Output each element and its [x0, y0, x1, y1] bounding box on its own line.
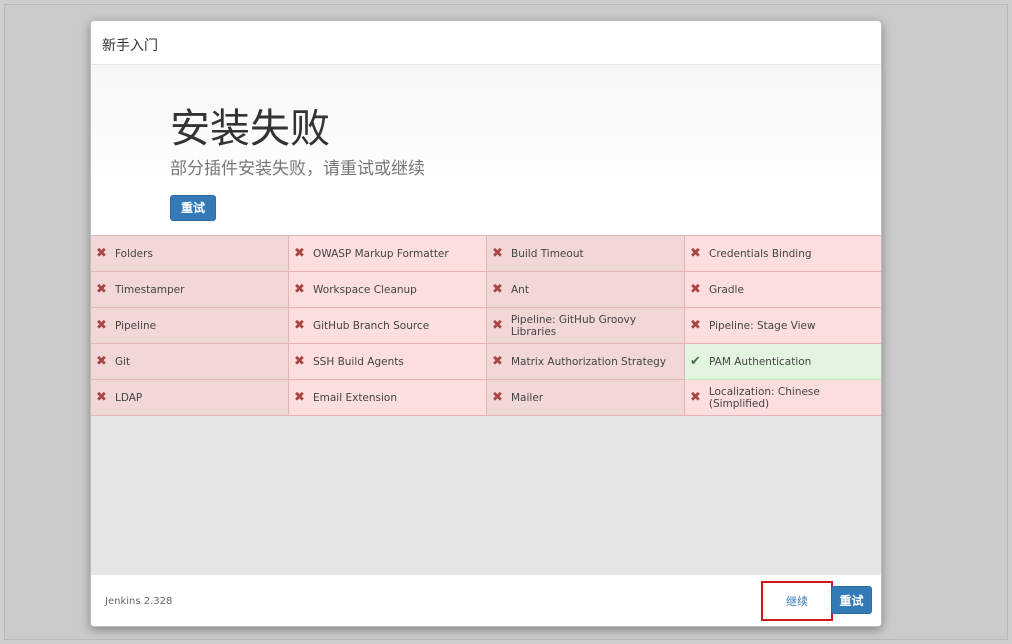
install-failed-banner: 安装失败 部分插件安装失败，请重试或继续 重试 [91, 65, 881, 235]
plugin-name: Build Timeout [511, 247, 584, 260]
cross-icon: ✖ [492, 246, 503, 261]
plugin-item: ✖ Pipeline [91, 308, 289, 344]
plugin-name: Email Extension [313, 391, 398, 404]
check-icon: ✔ [690, 354, 701, 369]
cross-icon: ✖ [492, 354, 503, 369]
plugin-item: ✖ SSH Build Agents [289, 344, 487, 380]
plugin-item: ✖ Folders [91, 236, 289, 272]
cross-icon: ✖ [690, 318, 701, 333]
plugin-name: Mailer [511, 391, 544, 404]
plugin-name: Timestamper [115, 283, 185, 296]
plugin-name: Git [115, 355, 131, 368]
plugin-name: PAM Authentication [709, 355, 812, 368]
cross-icon: ✖ [690, 390, 701, 405]
plugin-item: ✖ GitHub Branch Source [289, 308, 487, 344]
page-title: 安装失败 [170, 106, 330, 152]
plugin-item: ✖ Pipeline: GitHub Groovy Libraries [487, 308, 685, 344]
retry-button[interactable]: 重试 [170, 195, 217, 221]
cross-icon: ✖ [492, 390, 503, 405]
plugin-item: ✖ Localization: Chinese (Simplified) [685, 380, 881, 416]
plugin-item: ✖ LDAP [91, 380, 289, 416]
plugin-name: Gradle [709, 283, 744, 296]
cross-icon: ✖ [492, 318, 503, 333]
plugin-name: Pipeline [115, 319, 157, 332]
plugin-name: Localization: Chinese (Simplified) [708, 385, 820, 410]
plugin-name: Pipeline: GitHub Groovy Libraries [510, 313, 637, 338]
page-subtitle: 部分插件安装失败，请重试或继续 [170, 159, 425, 179]
plugin-item: ✖ Workspace Cleanup [289, 272, 487, 308]
cross-icon: ✖ [294, 246, 305, 261]
browser-frame: 新手入门 安装失败 部分插件安装失败，请重试或继续 重试 ✖ Folders ✖ OW… [4, 4, 1008, 640]
plugin-name: SSH Build Agents [313, 355, 404, 368]
cross-icon: ✖ [492, 282, 503, 297]
plugin-item: ✖ Pipeline: Stage View [685, 308, 881, 344]
plugin-name: Pipeline: Stage View [709, 319, 816, 332]
cross-icon: ✖ [96, 354, 107, 369]
continue-button[interactable]: 继续 [761, 581, 833, 621]
cross-icon: ✖ [690, 282, 701, 297]
plugin-item: ✖ Ant [487, 272, 685, 308]
cross-icon: ✖ [96, 390, 107, 405]
plugin-name: Ant [511, 283, 529, 296]
plugin-item: ✔ PAM Authentication [685, 344, 881, 380]
cross-icon: ✖ [294, 318, 305, 333]
cross-icon: ✖ [294, 282, 305, 297]
dialog-footer: Jenkins 2.328 继续 重试 [91, 574, 881, 626]
plugin-name: LDAP [115, 391, 143, 404]
dialog-title: 新手入门 [91, 21, 881, 65]
jenkins-version: Jenkins 2.328 [105, 596, 173, 607]
plugin-item: ✖ OWASP Markup Formatter [289, 236, 487, 272]
cross-icon: ✖ [96, 246, 107, 261]
plugin-status-grid: ✖ Folders ✖ OWASP Markup Formatter ✖ Build Ti… [91, 235, 881, 416]
setup-wizard-dialog: 新手入门 安装失败 部分插件安装失败，请重试或继续 重试 ✖ Folders ✖ OW… [90, 20, 882, 627]
plugin-item: ✖ Timestamper [91, 272, 289, 308]
cross-icon: ✖ [294, 354, 305, 369]
cross-icon: ✖ [294, 390, 305, 405]
plugin-name: GitHub Branch Source [313, 319, 430, 332]
plugin-item: ✖ Mailer [487, 380, 685, 416]
plugin-item: ✖ Matrix Authorization Strategy [487, 344, 685, 380]
plugin-name: Credentials Binding [709, 247, 812, 260]
plugin-item: ✖ Gradle [685, 272, 881, 308]
plugin-item: ✖ Build Timeout [487, 236, 685, 272]
empty-content-area [91, 416, 881, 577]
plugin-item: ✖ Credentials Binding [685, 236, 881, 272]
plugin-name: Folders [115, 247, 153, 260]
plugin-name: Workspace Cleanup [313, 283, 417, 296]
cross-icon: ✖ [96, 282, 107, 297]
plugin-item: ✖ Git [91, 344, 289, 380]
cross-icon: ✖ [690, 246, 701, 261]
footer-retry-button[interactable]: 重试 [831, 586, 872, 614]
plugin-name: OWASP Markup Formatter [313, 247, 449, 260]
plugin-name: Matrix Authorization Strategy [511, 355, 667, 368]
plugin-item: ✖ Email Extension [289, 380, 487, 416]
cross-icon: ✖ [96, 318, 107, 333]
